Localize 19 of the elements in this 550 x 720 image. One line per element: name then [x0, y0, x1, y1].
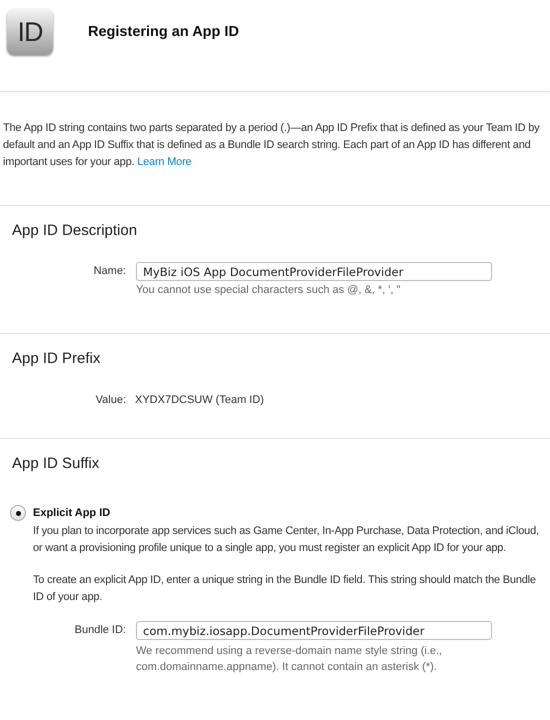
- radio-button[interactable]: [10, 505, 26, 521]
- section-title: App ID Suffix: [12, 455, 100, 472]
- bundle-id-input-field[interactable]: com.mybiz.iosapp.DocumentProviderFileProvider: [136, 621, 492, 640]
- field-label: Value:: [94, 394, 126, 406]
- field-label: Bundle ID:: [74, 623, 126, 638]
- section-title: App ID Description: [12, 222, 138, 239]
- page-title: Registering an App ID: [88, 24, 239, 40]
- learn-more-link[interactable]: Learn More: [137, 156, 192, 168]
- id-logo-icon: ID: [7, 9, 53, 55]
- explanation-text: If you plan to incorporate app services such as Game Center, In-App Purchase, Data Protection, and iCloud, or want a provisioning profile unique to a single app, you must register an explicit App ID for your app.: [33, 524, 540, 556]
- explanation-text: To create an explicit App ID, enter a unique string in the Bundle ID field. This string should match the Bundle ID of your app.: [33, 573, 537, 604]
- intro-text: The App ID string contains two parts separated by a period (.)—an App ID Prefix that is defined as your Team ID by default and an App ID Suffix that is defined as a Bundle ID search string. Each part of an App ID has different and important uses for your app. Learn More: [3, 121, 540, 170]
- name-input-field[interactable]: MyBiz iOS App DocumentProviderFileProvider: [136, 262, 492, 281]
- field-hint: We recommend using a reverse-domain name style string (i.e., com.domainname.appname). It cannot contain an asterisk (*).: [136, 644, 444, 675]
- prefix-value: XYDX7DCSUW (Team ID): [135, 394, 264, 406]
- radio-label[interactable]: Explicit App ID: [33, 507, 110, 519]
- section-title: App ID Prefix: [12, 350, 102, 367]
- field-hint: You cannot use special characters such as @, &, *, ', ": [136, 284, 402, 296]
- field-label: Name:: [92, 264, 126, 279]
